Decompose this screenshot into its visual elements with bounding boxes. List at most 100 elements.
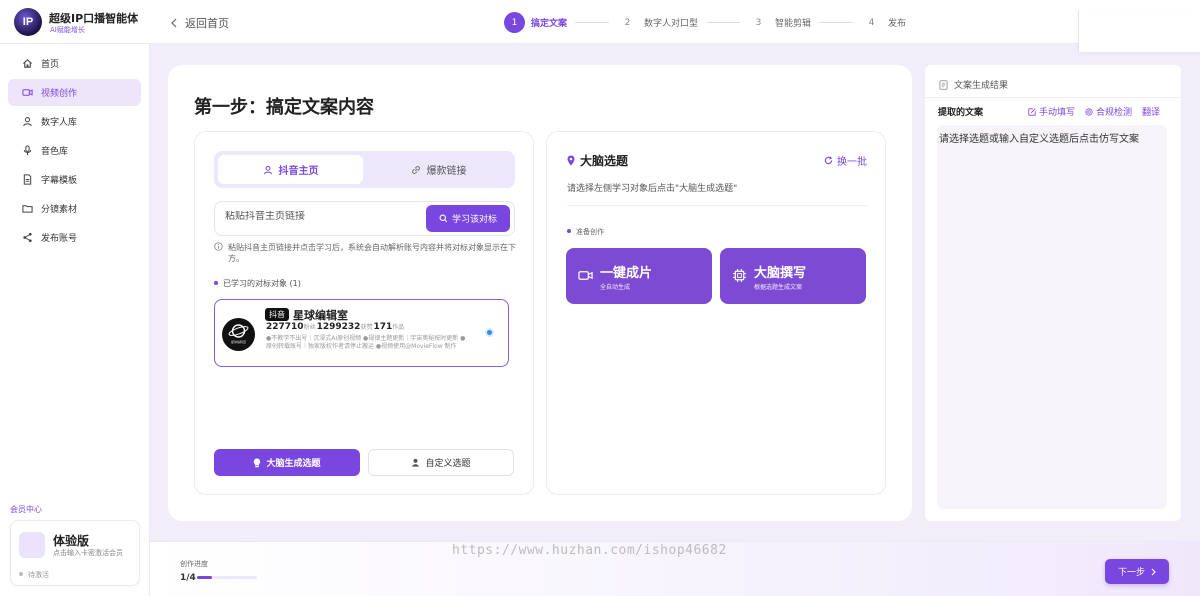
translate-label: 翻译: [1142, 108, 1161, 118]
logo: IP: [14, 8, 42, 36]
progress-bar: [197, 576, 257, 579]
member-badge-icon: [19, 532, 45, 558]
refresh-label: 换一批: [837, 157, 867, 168]
extracted-copy-label: 提取的文案: [938, 108, 984, 118]
share-icon: [22, 232, 33, 243]
member-center-label: 会员中心: [10, 505, 42, 514]
sidebar-item-label: 视频创作: [41, 89, 78, 99]
member-plan: 体验版: [53, 534, 90, 548]
sidebar-item-label: 发布账号: [41, 234, 78, 244]
brain-write-button[interactable]: 大脑撰写 根据选题生成文案: [720, 248, 866, 304]
avatar-caption: 星球编辑室: [230, 340, 246, 344]
user-icon: [22, 116, 33, 127]
works-unit: 作品: [392, 324, 405, 331]
sidebar-item-home[interactable]: 首页: [8, 50, 141, 77]
generate-button-label: 大脑生成选题: [266, 459, 321, 469]
link-hint: 粘贴抖音主页链接并点击学习后，系统会自动解析账号内容并将对标对象显示在下方。: [214, 242, 516, 264]
member-status: 待激活: [19, 570, 49, 580]
document-icon: [939, 79, 948, 90]
mic-icon: [22, 145, 33, 156]
prepare-label: 准备创作: [567, 227, 604, 237]
next-button-label: 下一步: [1117, 568, 1145, 578]
manual-fill-button[interactable]: 手动填写: [1028, 105, 1075, 118]
works-count: 171: [373, 322, 393, 332]
back-label: 返回首页: [185, 17, 229, 30]
translate-button[interactable]: 翻译: [1142, 105, 1160, 118]
tab-douyin-home[interactable]: 抖音主页: [218, 155, 363, 184]
sidebar-item-label: 首页: [41, 60, 60, 70]
sidebar-item-storyboard[interactable]: 分镜素材: [8, 195, 141, 222]
benchmark-account-card[interactable]: 星球编辑室 抖音 星球编辑室 227710粉丝1299232获赞171作品 ●不…: [214, 299, 509, 367]
next-step-button[interactable]: 下一步: [1105, 559, 1169, 584]
step-label: 智能剪辑: [775, 19, 812, 29]
result-textarea[interactable]: [937, 125, 1167, 509]
step-1[interactable]: 1 搞定文案: [504, 12, 567, 33]
video-icon: [22, 87, 33, 98]
sidebar-item-digital-human[interactable]: 数字人库: [8, 108, 141, 135]
copy-result-panel: 文案生成结果 提取的文案 手动填写 合规检测 翻译: [925, 65, 1181, 521]
back-home-link[interactable]: 返回首页: [170, 15, 229, 31]
sidebar-item-voice-library[interactable]: 音色库: [8, 137, 141, 164]
hint-text: 粘贴抖音主页链接并点击学习后，系统会自动解析账号内容并将对标对象显示在下方。: [228, 243, 516, 263]
sidebar-item-label: 分镜素材: [41, 205, 78, 215]
brand-title: 超级IP口播智能体: [49, 12, 139, 25]
action-title: 一键成片: [600, 266, 653, 281]
manual-fill-label: 手动填写: [1039, 108, 1076, 118]
account-select-radio[interactable]: [485, 328, 494, 337]
custom-topic-button[interactable]: 自定义选题: [368, 449, 514, 476]
step-label: 搞定文案: [531, 19, 568, 29]
tab-label: 爆款链接: [426, 166, 467, 177]
document-icon: [22, 174, 33, 185]
main-card: 第一步：搞定文案内容 抖音主页 爆款链接 学习该对标 粘贴抖音主页链接并点击学习…: [168, 65, 912, 521]
step-4[interactable]: 4 发布: [861, 12, 906, 33]
progress-label: 创作进度: [180, 560, 208, 568]
step-connector: [706, 22, 741, 23]
platform-badge: 抖音: [265, 308, 289, 321]
learn-benchmark-button[interactable]: 学习该对标: [426, 205, 510, 232]
refresh-topics-button[interactable]: 换一批: [824, 153, 867, 168]
sidebar-item-video-create[interactable]: 视频创作: [8, 79, 141, 106]
search-icon: [439, 214, 448, 223]
bullet-dot: [214, 281, 218, 285]
progress-fill: [197, 576, 212, 579]
tab-viral-link[interactable]: 爆款链接: [366, 155, 511, 184]
one-click-video-button[interactable]: 一键成片 全自动生成: [566, 248, 712, 304]
location-pin-icon: [567, 155, 575, 166]
sidebar: 首页 视频创作 数字人库 音色库 字幕模板 分镜素材 发布账号 会员中心 体验版…: [0, 44, 150, 596]
member-card[interactable]: 体验版 点击输入卡密激活会员 待激活: [10, 520, 140, 586]
status-dot: [19, 572, 23, 576]
step-2[interactable]: 2 数字人对口型: [617, 12, 698, 33]
step-connector: [819, 22, 854, 23]
brain-topic-title-text: 大脑选题: [580, 154, 629, 168]
sidebar-item-subtitle-template[interactable]: 字幕模板: [8, 166, 141, 193]
home-icon: [22, 58, 33, 69]
learned-text: 已学习的对标对象 (1): [223, 279, 301, 288]
prepare-text: 准备创作: [576, 228, 604, 236]
brain-topic-panel: 大脑选题 换一批 请选择左侧学习对象后点击"大脑生成选题" 准备创作 一键成片 …: [546, 131, 886, 495]
watermark: https://www.huzhan.com/ishop46682: [452, 543, 727, 558]
step-label: 数字人对口型: [644, 19, 699, 29]
divider: [925, 97, 1181, 98]
followers-count: 227710: [266, 322, 304, 332]
compliance-check-button[interactable]: 合规检测: [1085, 105, 1132, 118]
step-number: 1: [504, 12, 525, 33]
brand-subtitle: AI赋能增长: [50, 26, 85, 34]
step-3[interactable]: 3 智能剪辑: [748, 12, 811, 33]
brain-topic-hint: 请选择左侧学习对象后点击"大脑生成选题": [567, 184, 738, 194]
likes-count: 1299232: [316, 322, 361, 332]
action-subtitle: 全自动生成: [600, 284, 631, 291]
brain-generate-topic-button[interactable]: 大脑生成选题: [214, 449, 360, 476]
benchmark-panel: 抖音主页 爆款链接 学习该对标 粘贴抖音主页链接并点击学习后，系统会自动解析账号…: [194, 131, 534, 495]
account-avatar: 星球编辑室: [222, 318, 255, 351]
account-stats: 227710粉丝1299232获赞171作品: [266, 322, 405, 332]
account-name: 星球编辑室: [293, 309, 348, 322]
member-hint: 点击输入卡密激活会员: [53, 549, 123, 557]
sidebar-item-publish-account[interactable]: 发布账号: [8, 224, 141, 251]
action-title: 大脑撰写: [754, 266, 807, 281]
step-indicator: 1 搞定文案 2 数字人对口型 3 智能剪辑 4 发布: [504, 12, 906, 33]
edit-icon: [1028, 107, 1036, 116]
sidebar-item-label: 数字人库: [41, 118, 78, 128]
sidebar-item-label: 字幕模板: [41, 176, 78, 186]
douyin-link-input[interactable]: [225, 211, 415, 222]
step-number: 3: [755, 17, 762, 28]
